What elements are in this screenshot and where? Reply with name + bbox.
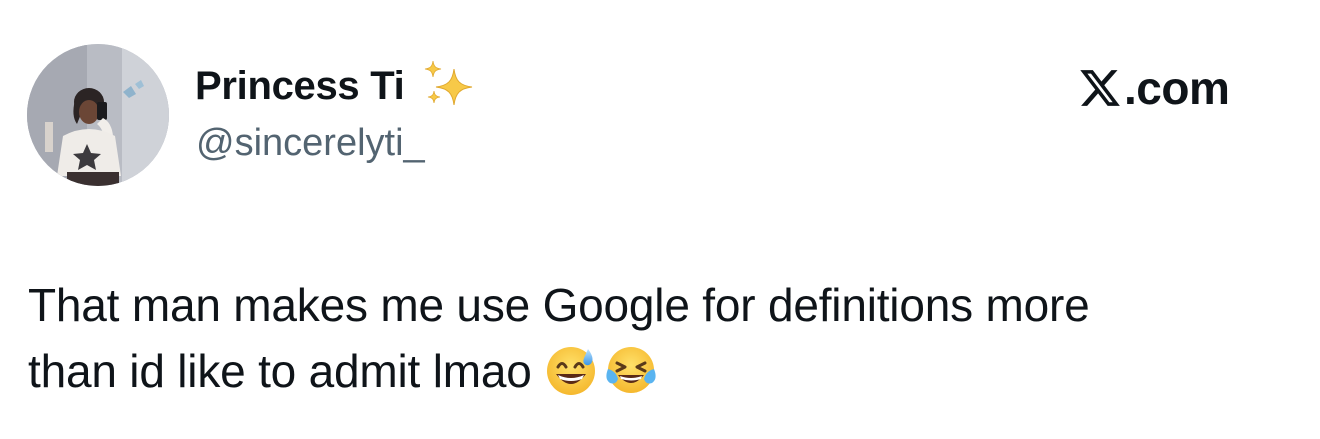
tweet-line-2: than id like to admit lmao [28,338,1298,404]
display-name-row: Princess Ti [195,58,474,114]
tears-of-joy-emoji-icon [604,343,658,397]
sparkles-icon [420,59,474,113]
avatar[interactable] [27,44,169,186]
brand-logo[interactable]: .com [1078,62,1230,114]
avatar-photo [27,44,169,186]
tweet-text: That man makes me use Google for definit… [28,272,1298,404]
tweet-line-1: That man makes me use Google for definit… [28,279,1090,331]
tweet-card: Princess Ti @sincerelyti_ .com That man … [0,0,1320,439]
grinning-sweat-emoji-icon [544,343,598,397]
user-handle[interactable]: @sincerelyti_ [196,124,425,162]
x-logo-icon [1078,66,1122,110]
brand-suffix: .com [1124,62,1230,114]
tweet-line-2-text: than id like to admit lmao [28,345,532,397]
display-name[interactable]: Princess Ti [195,66,405,106]
